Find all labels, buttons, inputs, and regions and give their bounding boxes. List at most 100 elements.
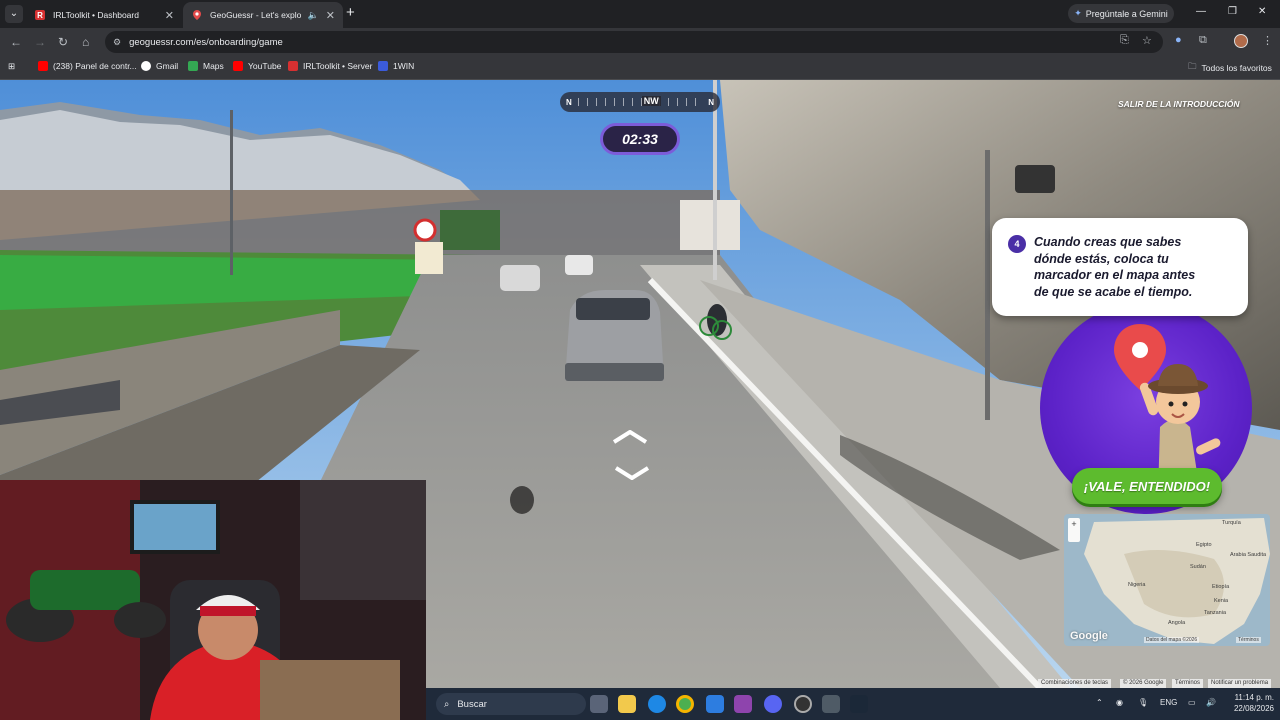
tab-geoguessr[interactable]: GeoGuessr - Let's explore the world! 🔈 ✕ — [183, 2, 343, 28]
speaker-icon[interactable]: 🔈 — [308, 10, 319, 21]
copyright-text: © 2026 Google — [1120, 679, 1167, 688]
volume-icon[interactable]: 🔊 — [1206, 698, 1216, 707]
search-label: Buscar — [457, 698, 487, 710]
minimize-button[interactable]: — — [1196, 6, 1206, 17]
back-arrow-icon[interactable]: ← — [10, 34, 22, 50]
system-clock[interactable]: 11:14 p. m. 22/08/2026 — [1226, 692, 1274, 714]
bookmark-label: YouTube — [248, 61, 282, 71]
map-label: Nigeria — [1128, 582, 1146, 588]
exit-intro-link[interactable]: SALIR DE LA INTRODUCCIÓN — [1118, 99, 1240, 109]
all-favorites-folder[interactable]: 🗀 Todos los favoritos — [1188, 61, 1272, 75]
language-indicator[interactable]: ENG — [1160, 698, 1177, 707]
move-backward-arrow[interactable] — [614, 466, 650, 480]
google-logo: Google — [1070, 630, 1108, 642]
install-app-icon[interactable]: ⎘ — [1120, 34, 1129, 47]
address-bar[interactable]: ⚙ geoguessr.com/es/onboarding/game — [105, 31, 1163, 53]
maps-icon — [188, 61, 198, 71]
tutorial-line: marcador en el mapa antes — [1034, 268, 1196, 282]
zoom-in-button[interactable]: + — [1068, 518, 1080, 542]
gemini-label: Pregúntale a Gemini — [1085, 8, 1168, 19]
chrome-icon[interactable] — [676, 695, 694, 713]
svg-text:R: R — [37, 11, 43, 20]
close-window-button[interactable]: ✕ — [1258, 6, 1266, 17]
extensions-puzzle-icon[interactable]: ⧉ — [1199, 34, 1207, 47]
settings-gear-icon[interactable] — [822, 695, 840, 713]
map-label: Arabia Saudita — [1230, 552, 1267, 558]
compass-heading: NW — [641, 96, 661, 106]
home-icon[interactable]: ⌂ — [82, 34, 89, 50]
1win-icon — [378, 61, 388, 71]
clock-date: 22/08/2026 — [1233, 704, 1274, 713]
report-problem-link[interactable]: Notificar un problema — [1208, 679, 1272, 688]
file-explorer-icon[interactable] — [618, 695, 636, 713]
tutorial-line: dónde estás, coloca tu — [1034, 251, 1169, 266]
site-info-icon[interactable]: ⚙ — [113, 37, 121, 48]
discord-icon[interactable] — [764, 695, 782, 713]
youtube-icon — [38, 61, 48, 71]
close-tab-icon[interactable]: ✕ — [165, 9, 174, 22]
all-favorites-label: Todos los favoritos — [1201, 63, 1272, 73]
bookmark-label: Maps — [203, 61, 224, 71]
bookmark-maps[interactable]: Maps — [188, 61, 224, 71]
task-view-icon[interactable] — [590, 695, 608, 713]
bookmark-label: 1WIN — [393, 61, 415, 71]
gemini-button[interactable]: ✦ Pregúntale a Gemini — [1068, 4, 1174, 23]
close-tab-icon[interactable]: ✕ — [326, 9, 335, 22]
url-text: geoguessr.com/es/onboarding/game — [129, 36, 283, 48]
tab-strip: ⌄ R IRLToolkit • Dashboard ✕ GeoGuessr -… — [0, 0, 1280, 28]
apps-grid-icon[interactable]: ⊞ — [8, 61, 15, 72]
webcam-feed — [0, 480, 426, 720]
compass-right-label: N — [708, 97, 714, 107]
compass-ticks: NW — [577, 96, 703, 106]
bookmark-irltoolkit[interactable]: IRLToolkit • Server — [288, 61, 372, 71]
clock-time: 11:14 p. m. — [1234, 693, 1274, 702]
edge-icon[interactable] — [648, 695, 666, 713]
ok-understood-button[interactable]: ¡VALE, ENTENDIDO! — [1072, 468, 1222, 504]
map-data-credit: Datos del mapa ©2026 — [1144, 637, 1200, 643]
new-tab-button[interactable]: + — [346, 5, 355, 21]
move-forward-arrow[interactable] — [612, 430, 648, 444]
irltoolkit-icon: R — [35, 10, 45, 20]
taskbar-search[interactable]: ⌕ Buscar — [436, 693, 586, 715]
forward-arrow-icon[interactable]: → — [34, 34, 46, 50]
bookmark-1win[interactable]: 1WIN — [378, 61, 414, 71]
app-icon[interactable] — [706, 695, 724, 713]
microphone-icon[interactable]: 🎙 — [1138, 698, 1148, 707]
bookmark-youtube[interactable]: YouTube — [233, 61, 281, 71]
menu-dots-icon[interactable]: ⋮ — [1262, 34, 1273, 47]
restore-button[interactable]: ❐ — [1228, 6, 1237, 17]
bookmark-panel[interactable]: (238) Panel de contr... — [38, 61, 137, 71]
tab-search-button[interactable]: ⌄ — [5, 5, 23, 23]
search-icon: ⌕ — [444, 698, 450, 710]
obs-icon[interactable] — [794, 695, 812, 713]
tutorial-bubble: 4 Cuando creas que sabes dónde estás, co… — [992, 218, 1248, 316]
map-label: Egipto — [1196, 542, 1212, 548]
tray-app-icon[interactable]: ◉ — [1116, 698, 1123, 707]
minimap-land — [1084, 518, 1270, 644]
bookmark-star-icon[interactable]: ☆ — [1142, 34, 1152, 47]
terms-link[interactable]: Términos — [1172, 679, 1204, 688]
steam-icon[interactable] — [850, 695, 868, 713]
step-number-badge: 4 — [1008, 235, 1026, 253]
folder-icon: 🗀 — [1188, 61, 1197, 71]
compass-left-label: N — [566, 97, 572, 107]
reload-icon[interactable]: ↻ — [58, 34, 68, 50]
app-icon[interactable] — [734, 695, 752, 713]
map-label: Tanzania — [1204, 610, 1227, 616]
gemini-icon: ✦ — [1074, 8, 1082, 18]
tutorial-line: de que se acabe el tiempo. — [1034, 284, 1193, 299]
irltoolkit-icon — [288, 61, 298, 71]
extension-icon[interactable]: ● — [1175, 34, 1182, 46]
map-terms-link[interactable]: Términos — [1236, 637, 1261, 643]
bookmarks-bar: ⊞ (238) Panel de contr... Gmail Maps You… — [0, 56, 1280, 80]
tutorial-text: Cuando creas que sabes dónde estás, colo… — [1034, 234, 1230, 300]
tab-irltoolkit[interactable]: R IRLToolkit • Dashboard ✕ — [26, 2, 182, 28]
youtube-icon — [233, 61, 243, 71]
tab-title: GeoGuessr - Let's explore the world! — [210, 10, 301, 20]
profile-avatar[interactable] — [1234, 34, 1248, 48]
network-icon[interactable]: ▭ — [1188, 698, 1196, 707]
guess-minimap[interactable]: + Turquía Egipto Arabia Saudita Sudán Et… — [1064, 514, 1270, 646]
keyboard-shortcuts-link[interactable]: Combinaciones de teclas — [1038, 679, 1112, 688]
bookmark-gmail[interactable]: Gmail — [141, 61, 178, 71]
tray-chevron-icon[interactable]: ⌃ — [1096, 698, 1103, 707]
